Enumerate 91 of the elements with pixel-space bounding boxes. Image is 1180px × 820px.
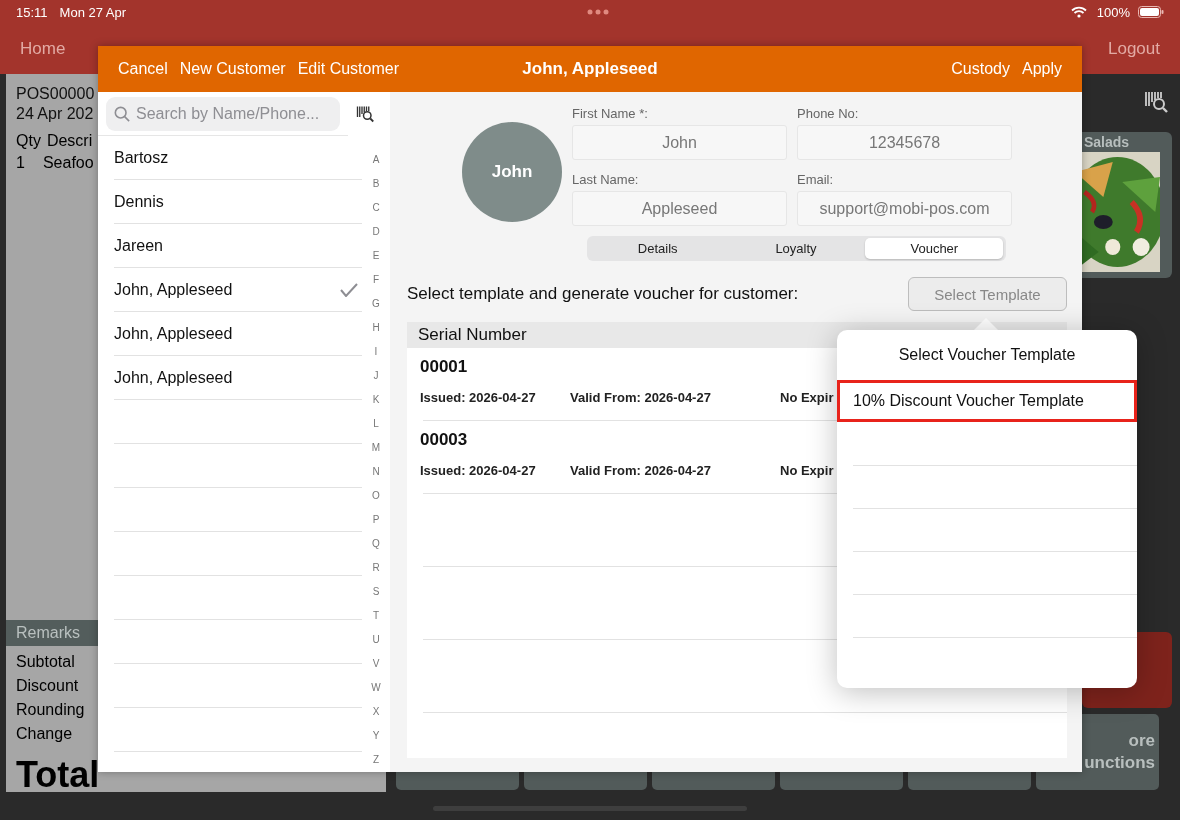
- select-template-button[interactable]: Select Template: [908, 277, 1067, 311]
- total-label: Subtotal: [16, 652, 75, 672]
- column-header: Descri: [46, 132, 93, 150]
- serial-number: 00003: [420, 429, 468, 451]
- dialog-title: John, Appleseed: [522, 59, 658, 79]
- more-dots-icon: [587, 9, 610, 15]
- index-letter[interactable]: J: [373, 364, 379, 388]
- index-letter[interactable]: A: [372, 148, 380, 172]
- barcode-search-icon[interactable]: [1144, 90, 1168, 114]
- index-letter[interactable]: P: [372, 508, 380, 532]
- index-letter[interactable]: O: [372, 484, 380, 508]
- index-letter[interactable]: S: [372, 580, 380, 604]
- input-field[interactable]: 12345678: [797, 125, 1012, 160]
- wifi-icon: [1070, 6, 1087, 18]
- index-letter[interactable]: H: [372, 316, 380, 340]
- status-time: 15:11: [16, 4, 48, 20]
- search-icon: [114, 105, 130, 123]
- index-letter[interactable]: E: [372, 244, 380, 268]
- header-action[interactable]: Edit Customer: [297, 60, 399, 78]
- line-description: Seafoo: [42, 154, 94, 172]
- expiry-text: No Expir: [780, 390, 834, 405]
- customer-row[interactable]: John, Appleseed: [114, 312, 362, 356]
- index-letter[interactable]: C: [372, 196, 380, 220]
- template-option[interactable]: 10% Discount Voucher Template: [837, 380, 1137, 422]
- customer-row[interactable]: John, Appleseed: [114, 268, 362, 312]
- line-qty: 1: [16, 154, 25, 172]
- index-letter[interactable]: T: [372, 604, 380, 628]
- input-field[interactable]: John: [572, 125, 787, 160]
- category-label: Salads: [1084, 133, 1130, 150]
- order-number: POS00000: [16, 84, 95, 104]
- valid-from-date: Valid From: 2026-04-27: [570, 390, 712, 405]
- field-label: First Name *:: [572, 105, 649, 122]
- customer-name: John, Appleseed: [114, 280, 233, 299]
- field-label: Email:: [797, 171, 835, 188]
- customer-name: Jareen: [114, 236, 163, 255]
- status-date: Mon 27 Apr: [59, 4, 127, 20]
- index-letter[interactable]: L: [373, 412, 379, 436]
- index-letter[interactable]: Y: [372, 724, 380, 748]
- customer-row[interactable]: Bartosz: [114, 136, 362, 180]
- tab[interactable]: Loyalty: [726, 238, 866, 259]
- expiry-text: No Expir: [780, 463, 834, 478]
- column-header: Serial Number: [418, 325, 527, 345]
- battery-icon: [1138, 6, 1164, 18]
- index-letter[interactable]: D: [372, 220, 380, 244]
- index-letter[interactable]: N: [372, 460, 380, 484]
- index-letter[interactable]: Z: [372, 748, 380, 772]
- avatar: John: [462, 122, 562, 222]
- valid-from-date: Valid From: 2026-04-27: [570, 463, 712, 478]
- battery-percent: 100%: [1096, 4, 1130, 20]
- index-letter[interactable]: W: [371, 676, 381, 700]
- order-date: 24 Apr 202: [16, 104, 94, 124]
- search-field[interactable]: Search by Name/Phone...: [106, 97, 340, 131]
- header-action[interactable]: Apply: [1021, 60, 1062, 78]
- header-action[interactable]: Custody: [951, 60, 1010, 78]
- input-field[interactable]: Appleseed: [572, 191, 787, 226]
- customer-row[interactable]: John, Appleseed: [114, 356, 362, 400]
- index-letter[interactable]: V: [372, 652, 380, 676]
- issued-date: Issued: 2026-04-27: [420, 463, 537, 478]
- issued-date: Issued: 2026-04-27: [420, 390, 537, 405]
- index-letter[interactable]: X: [372, 700, 380, 724]
- customer-name: Bartosz: [114, 148, 169, 167]
- prompt-text: Select template and generate voucher for customer:: [407, 284, 799, 304]
- tab[interactable]: Voucher: [865, 238, 1004, 259]
- index-letter[interactable]: K: [372, 388, 380, 412]
- serial-number: 00001: [420, 356, 468, 378]
- customer-row[interactable]: Jareen: [114, 224, 362, 268]
- total-heading: Total: [16, 754, 100, 796]
- index-letter[interactable]: G: [372, 292, 380, 316]
- index-letter[interactable]: R: [372, 556, 380, 580]
- customer-name: John, Appleseed: [114, 368, 233, 387]
- index-letter[interactable]: B: [372, 172, 380, 196]
- customer-name: John, Appleseed: [114, 324, 233, 343]
- field-label: Phone No:: [797, 105, 860, 122]
- nav-link[interactable]: Home: [20, 39, 66, 59]
- header-action[interactable]: Cancel: [118, 60, 168, 78]
- input-field[interactable]: support@mobi-pos.com: [797, 191, 1012, 226]
- tab[interactable]: Details: [588, 238, 727, 259]
- customer-row[interactable]: Dennis: [114, 180, 362, 224]
- index-letter[interactable]: U: [372, 628, 380, 652]
- index-letter[interactable]: F: [372, 268, 380, 292]
- total-label: Rounding: [16, 700, 85, 720]
- customer-name: Dennis: [114, 192, 164, 211]
- column-header: Qty: [16, 132, 41, 150]
- total-label: Discount: [16, 676, 79, 696]
- total-label: Change: [16, 724, 73, 744]
- nav-link[interactable]: Logout: [1108, 39, 1160, 59]
- index-letter[interactable]: Q: [372, 532, 380, 556]
- popover-title: Select Voucher Template: [897, 345, 1077, 365]
- header-action[interactable]: New Customer: [179, 60, 286, 78]
- index-letter[interactable]: M: [371, 436, 381, 460]
- field-label: Last Name:: [572, 171, 640, 188]
